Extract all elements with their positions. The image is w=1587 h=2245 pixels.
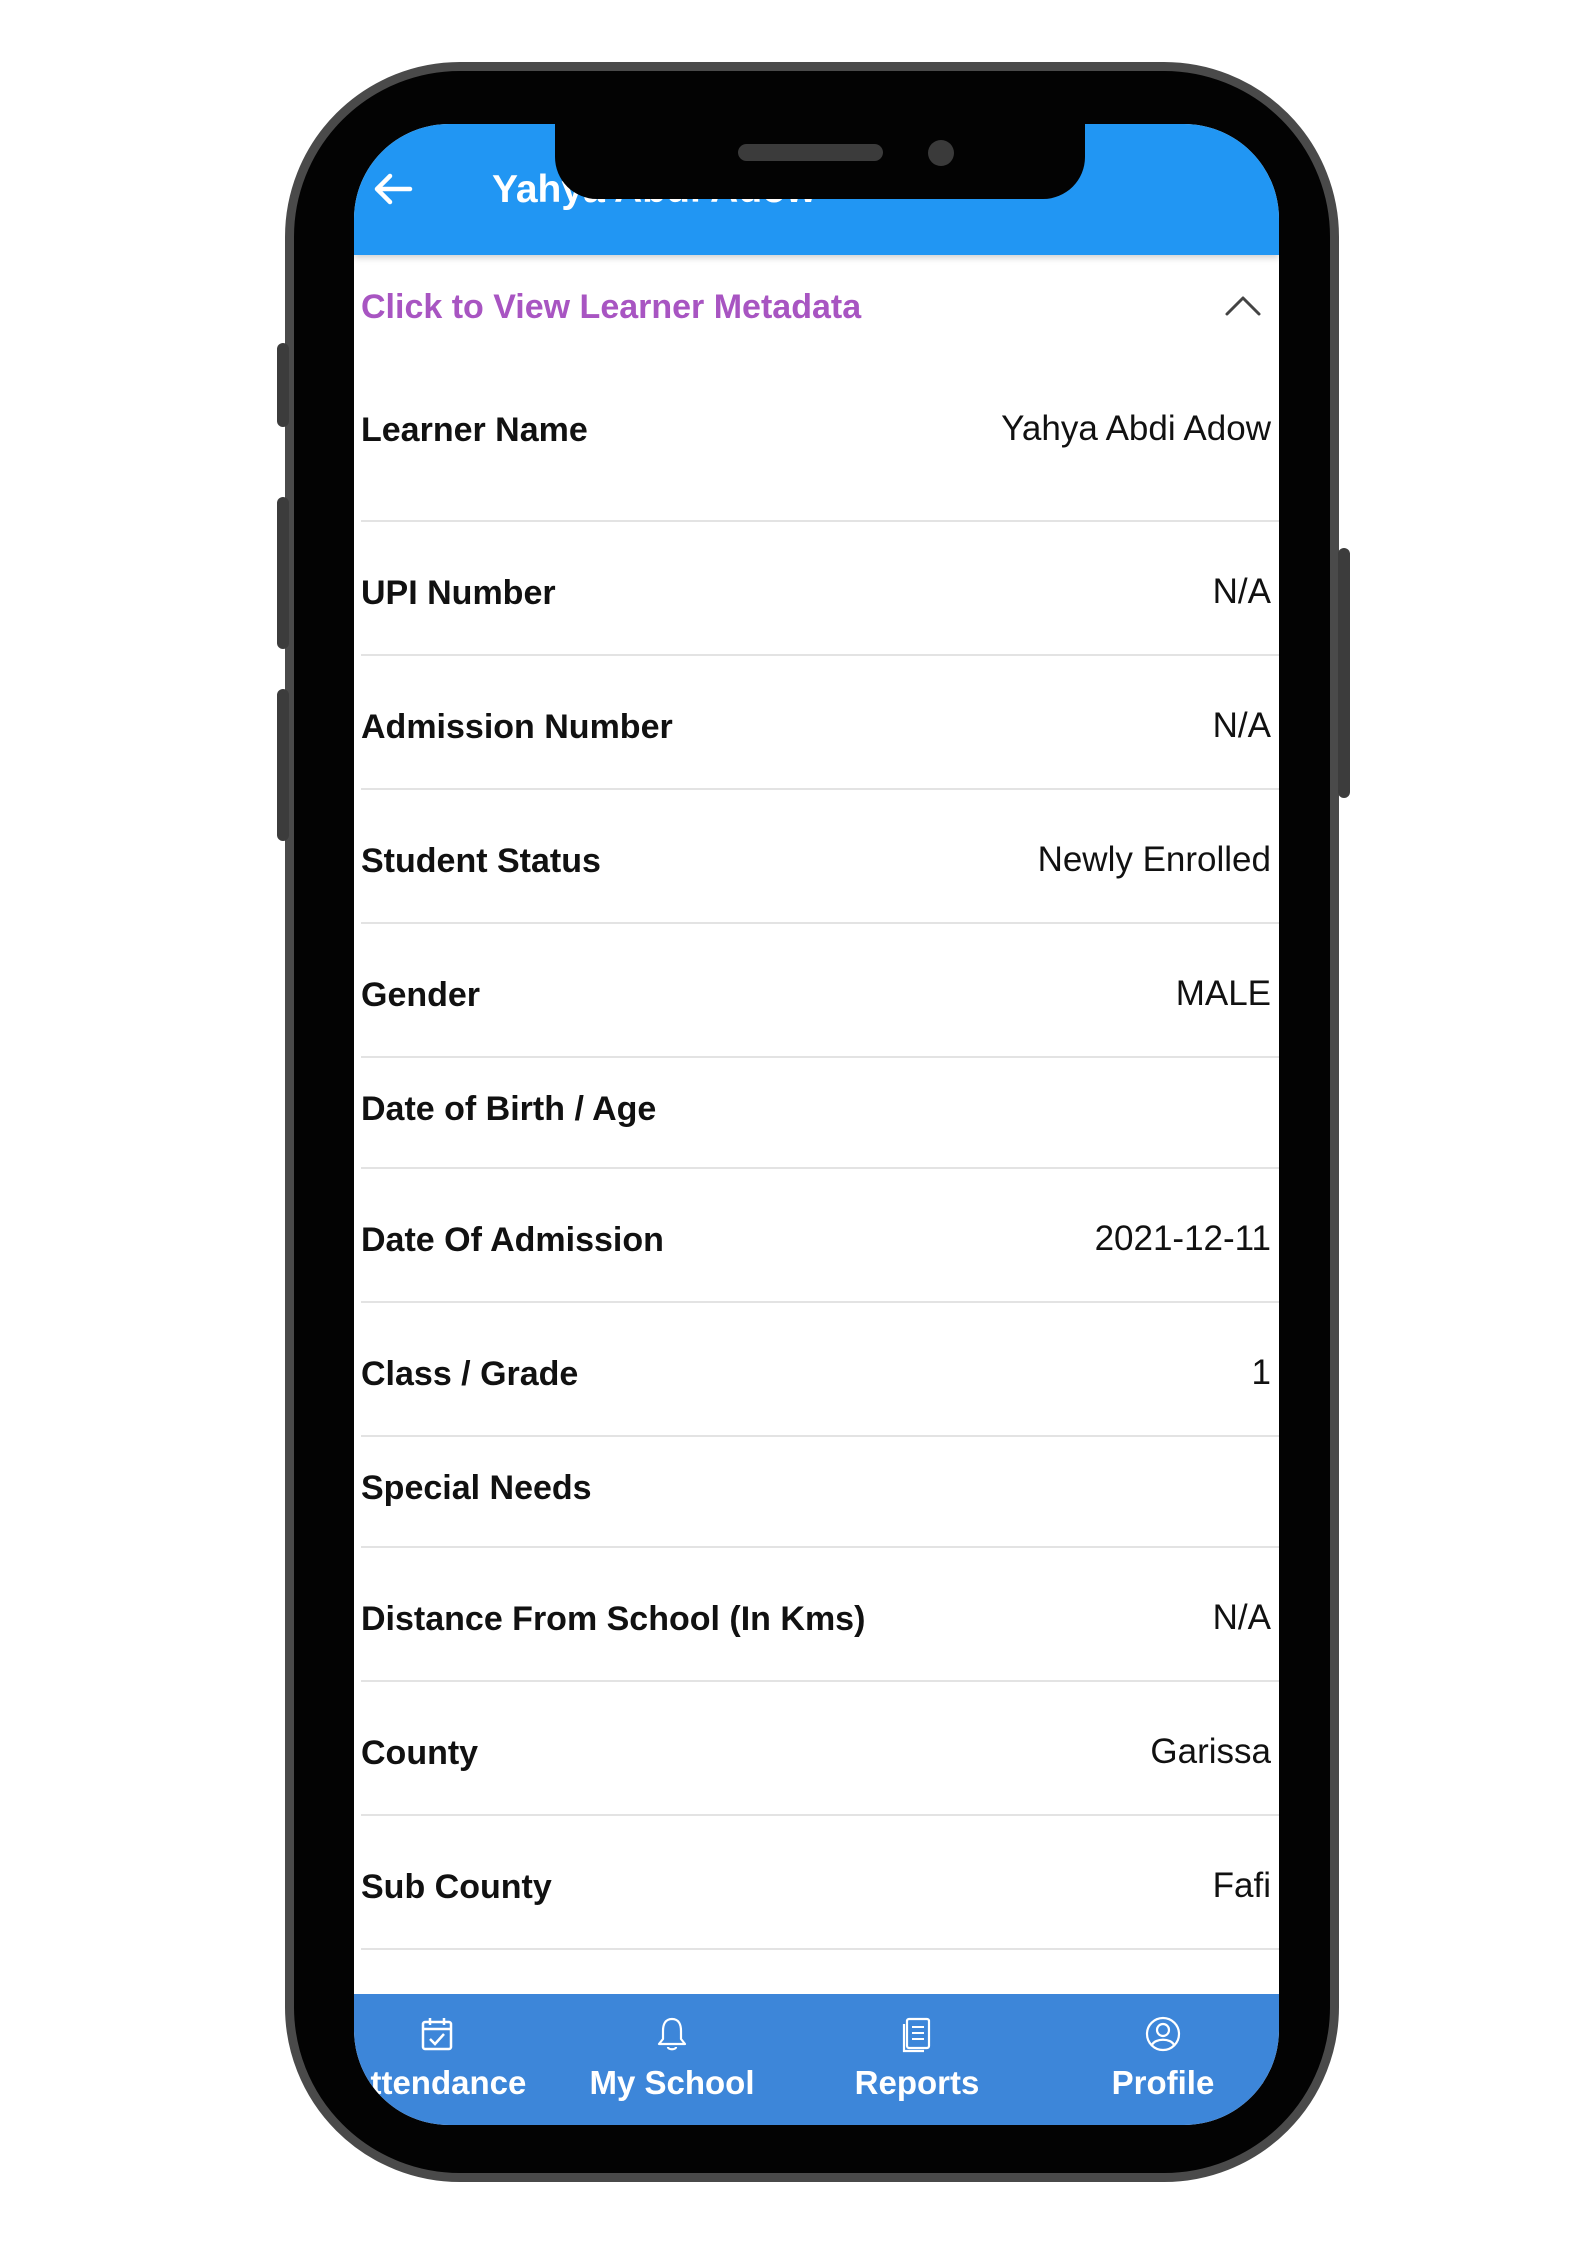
phone-notch [555,124,1085,199]
detail-row: Admission Number N/A [361,656,1279,790]
detail-row-label: Date Of Admission [361,1221,664,1259]
detail-row-value: Yahya Abdi Adow [1001,409,1271,448]
detail-row-label: Admission Number [361,708,673,746]
detail-row-label: County [361,1734,479,1772]
detail-row-value: Newly Enrolled [1037,840,1271,879]
nav-reports-label: Reports [854,2064,980,2101]
back-arrow-icon[interactable] [368,164,418,214]
nav-attendance[interactable]: Attendance [354,1994,533,2125]
document-icon [902,2017,931,2053]
nav-reports[interactable]: Reports [817,1994,1017,2125]
detail-row: Gender MALE [361,924,1279,1058]
detail-row-value: Garissa [1150,1732,1271,1771]
detail-row: County Garissa [361,1682,1279,1816]
detail-row: Class / Grade 1 [361,1303,1279,1437]
phone-volume-up [277,497,289,649]
detail-row: Date of Birth / Age [361,1058,1279,1169]
user-circle-icon [1145,2016,1181,2052]
bottom-navigation: Attendance My School Reports Profile [354,1994,1279,2125]
detail-row-label: UPI Number [361,574,556,612]
detail-row-value: N/A [1212,706,1271,745]
detail-row-value: MALE [1175,974,1271,1013]
detail-row-label: Distance From School (In Kms) [361,1600,866,1638]
detail-row: Distance From School (In Kms) N/A [361,1548,1279,1682]
chevron-up-icon [1225,296,1261,316]
speaker-grille [738,144,883,161]
metadata-toggle[interactable]: Click to View Learner Metadata [361,288,1263,348]
nav-profile[interactable]: Profile [1063,1994,1263,2125]
detail-row-value: 2021-12-11 [1094,1219,1271,1258]
detail-row-value: 1 [1251,1353,1271,1392]
nav-my-school[interactable]: My School [572,1994,772,2125]
bell-icon [657,2017,687,2051]
detail-row: UPI Number N/A [361,522,1279,656]
detail-row-label: Special Needs [361,1469,592,1507]
front-camera [928,140,954,166]
detail-row: Date Of Admission 2021-12-11 [361,1169,1279,1303]
nav-attendance-label: Attendance [354,2064,527,2101]
detail-row-label: Student Status [361,842,601,880]
phone-volume-down [277,689,289,841]
phone-mute-switch [277,343,289,427]
detail-row: Student Status Newly Enrolled [361,790,1279,924]
detail-row-label: Sub County [361,1868,552,1906]
phone-power-button [1338,548,1350,798]
detail-row: Sub County Fafi [361,1816,1279,1950]
detail-row-value: Fafi [1212,1866,1271,1905]
detail-row: Learner Name Yahya Abdi Adow [361,388,1279,522]
nav-profile-label: Profile [1111,2064,1215,2101]
phone-screen: Yahya Abdi Adow Click to View Learner Me… [354,124,1279,2125]
detail-row-value: N/A [1212,572,1271,611]
nav-my-school-label: My School [589,2064,755,2101]
detail-row-value: N/A [1212,1598,1271,1637]
detail-row-label: Gender [361,976,481,1014]
detail-row-label: Class / Grade [361,1355,579,1393]
detail-row-label: Learner Name [361,411,588,449]
detail-row-label: Date of Birth / Age [361,1090,657,1128]
detail-row: Special Needs [361,1437,1279,1548]
metadata-toggle-label: Click to View Learner Metadata [361,288,862,326]
learner-details-list: Learner Name Yahya Abdi Adow UPI Number N/A… [361,388,1279,2084]
calendar-check-icon [421,2018,452,2051]
